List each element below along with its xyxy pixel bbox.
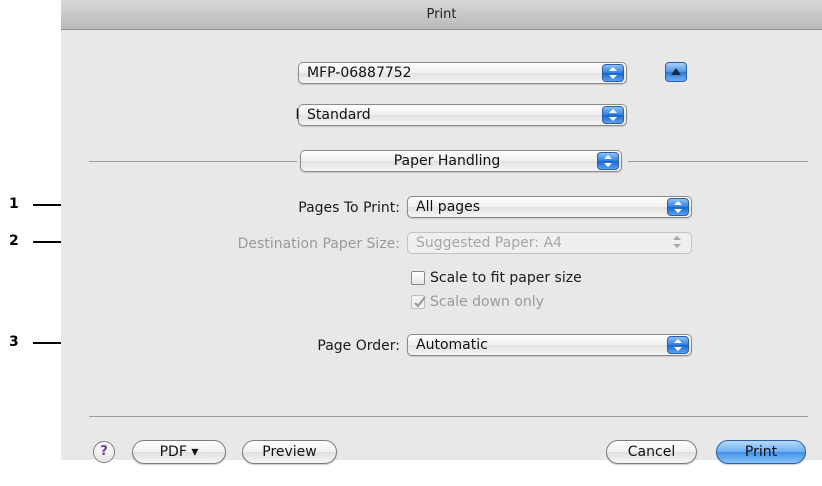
help-button[interactable]: ?: [93, 441, 115, 463]
callout-1: 1: [9, 196, 19, 212]
print-screenshot: 1 2 3 Print Printer: MFP-06887752 Preset…: [0, 0, 822, 486]
callout-3: 3: [9, 334, 19, 350]
callout-2: 2: [9, 233, 19, 249]
separator-right: [628, 161, 808, 162]
print-button[interactable]: Print: [716, 440, 806, 464]
destination-paper-size-label: Destination Paper Size:: [237, 236, 400, 252]
bottom-separator: [89, 416, 808, 417]
triangle-up-icon: [671, 68, 681, 75]
pages-to-print-value: All pages: [416, 199, 481, 215]
print-dialog: Print Printer: MFP-06887752 Presets: Sta…: [61, 0, 822, 464]
cancel-button[interactable]: Cancel: [606, 440, 697, 464]
presets-value: Standard: [307, 107, 371, 123]
page-order-value: Automatic: [416, 337, 488, 353]
disclosure-button[interactable]: [665, 62, 687, 82]
pdf-button[interactable]: PDF ▾: [132, 440, 226, 464]
checkmark-icon: [414, 296, 426, 308]
page-order-popup[interactable]: Automatic: [407, 334, 692, 356]
scale-down-only-label: Scale down only: [430, 294, 544, 310]
presets-popup[interactable]: Standard: [298, 104, 627, 126]
popup-arrows-icon: [597, 152, 619, 170]
separator-left: [89, 161, 297, 162]
scale-to-fit-label: Scale to fit paper size: [430, 270, 582, 286]
scale-to-fit-checkbox[interactable]: [411, 271, 425, 285]
window-title: Print: [61, 0, 822, 30]
pages-to-print-popup[interactable]: All pages: [407, 196, 692, 218]
printer-popup[interactable]: MFP-06887752: [298, 62, 627, 84]
popup-arrows-icon: [602, 106, 624, 124]
destination-paper-size-value: Suggested Paper: A4: [416, 235, 562, 251]
printer-value: MFP-06887752: [307, 65, 412, 81]
section-popup[interactable]: Paper Handling: [300, 150, 622, 172]
preview-button[interactable]: Preview: [242, 440, 337, 464]
scale-down-only-checkbox[interactable]: [411, 295, 426, 309]
destination-paper-size-popup[interactable]: Suggested Paper: A4: [407, 232, 692, 254]
page-order-label: Page Order:: [317, 338, 400, 354]
popup-arrows-icon: [602, 64, 624, 82]
popup-arrows-icon: [667, 336, 689, 354]
popup-arrows-icon: [667, 198, 689, 216]
pages-to-print-label: Pages To Print:: [298, 200, 400, 216]
popup-arrows-icon: [667, 234, 689, 252]
section-value: Paper Handling: [393, 153, 501, 169]
